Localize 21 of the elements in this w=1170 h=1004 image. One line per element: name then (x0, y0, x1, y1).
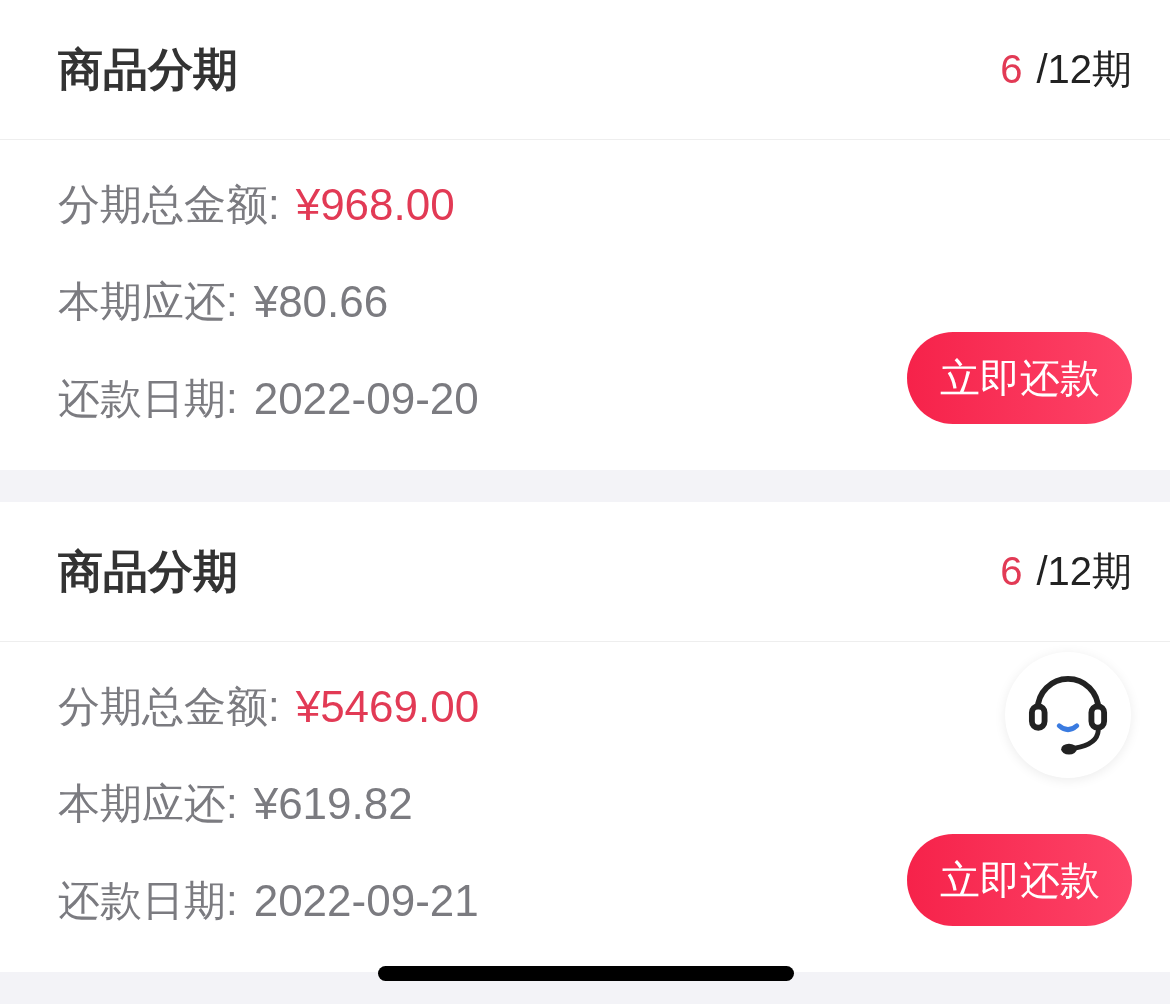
repay-button[interactable]: 立即还款 (907, 332, 1132, 424)
current-period: 6 (1000, 549, 1023, 594)
total-periods: /12期 (1036, 548, 1132, 595)
plan-title: 商品分期 (58, 544, 238, 599)
field-label: 分期总金额: (58, 179, 280, 230)
plan-title: 商品分期 (58, 42, 238, 97)
amount-value: ¥5469.00 (295, 681, 480, 732)
field-value: ¥619.82 (253, 778, 413, 829)
field-label: 本期应还: (58, 778, 238, 829)
amount-value: ¥968.00 (295, 179, 455, 230)
field-label: 分期总金额: (58, 681, 280, 732)
field-value: 2022-09-20 (253, 373, 479, 424)
total-periods: /12期 (1036, 46, 1132, 93)
field-value: ¥80.66 (253, 276, 389, 327)
headset-icon (1026, 674, 1110, 756)
repay-button[interactable]: 立即还款 (907, 834, 1132, 926)
field-label: 本期应还: (58, 276, 238, 327)
field-value: 2022-09-21 (253, 875, 479, 926)
current-period: 6 (1000, 47, 1023, 92)
field-label: 还款日期: (58, 373, 238, 424)
field-label: 还款日期: (58, 875, 238, 926)
